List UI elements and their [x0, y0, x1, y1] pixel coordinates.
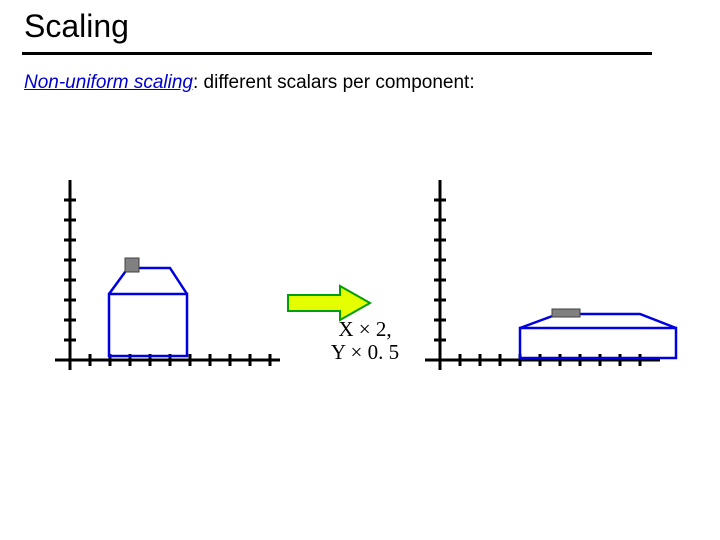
- transform-arrow-icon: [288, 286, 370, 320]
- diagram-canvas: [0, 0, 720, 540]
- left-house: [109, 268, 187, 356]
- scale-formula-x: X × 2,: [310, 318, 420, 341]
- left-axes: [55, 180, 280, 370]
- scale-formula: X × 2, Y × 0. 5: [310, 318, 420, 364]
- right-axes: [425, 180, 660, 370]
- right-house-chimney: [552, 309, 580, 317]
- left-house-chimney: [125, 258, 139, 272]
- scale-formula-y: Y × 0. 5: [310, 341, 420, 364]
- right-house: [520, 314, 676, 358]
